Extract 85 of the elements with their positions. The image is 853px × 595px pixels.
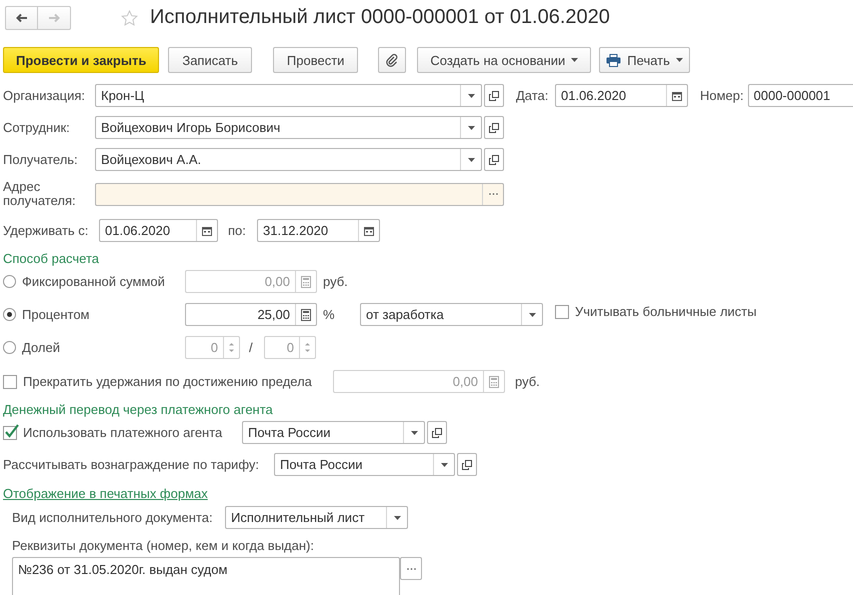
- calculator-icon: [489, 376, 499, 388]
- caret-icon: [528, 312, 536, 316]
- toolbar-button[interactable]: Записать: [168, 47, 252, 73]
- radio-button[interactable]: [3, 341, 16, 354]
- attach-button[interactable]: [378, 47, 406, 73]
- field-label: Вид исполнительного документа:: [12, 510, 214, 525]
- print-menu[interactable]: Печать: [599, 47, 690, 73]
- open-icon: [489, 122, 499, 132]
- calculator-icon: [301, 308, 311, 320]
- address-field[interactable]: [95, 182, 504, 206]
- open-button[interactable]: [484, 116, 504, 139]
- checkmark-icon: [4, 424, 20, 438]
- checkbox[interactable]: [555, 304, 569, 318]
- end-date-field[interactable]: 31.12.2020: [257, 219, 380, 242]
- details-field[interactable]: №236 от 31.05.2020г. выдан судом: [12, 557, 400, 595]
- radio-label[interactable]: Долей: [22, 340, 60, 355]
- base-field[interactable]: от заработка: [360, 303, 543, 326]
- window-title: Исполнительный лист 0000-000001 от 01.06.2020: [150, 6, 610, 29]
- employee-field[interactable]: Войцехович Игорь Борисович: [95, 116, 482, 139]
- open-icon: [489, 90, 499, 100]
- open-icon: [489, 154, 499, 164]
- paperclip-icon: [386, 53, 398, 67]
- section-title: Способ расчета: [3, 250, 100, 266]
- open-icon: [462, 460, 472, 470]
- payment-agent-field[interactable]: Почта России: [242, 421, 425, 444]
- calendar-icon: [672, 90, 682, 100]
- field-label: Дата:: [516, 88, 550, 103]
- field-label: Номер:: [700, 88, 744, 103]
- calendar-icon: [364, 226, 374, 236]
- caret-icon: [468, 94, 474, 98]
- field-label: Реквизиты документа (номер, кем и когда выдан):: [12, 538, 314, 552]
- tariff-field[interactable]: Почта России: [274, 453, 455, 476]
- create-based-on-menu[interactable]: Создать на основании: [417, 47, 592, 73]
- open-icon: [432, 428, 442, 438]
- separator-label: /: [249, 340, 254, 355]
- percent-field[interactable]: 25,00: [185, 303, 317, 326]
- star-icon[interactable]: [121, 10, 138, 26]
- calculator-icon: [301, 276, 311, 288]
- caret-icon: [394, 516, 400, 520]
- open-button[interactable]: [427, 421, 447, 444]
- checkbox-label[interactable]: Использовать платежного агента: [23, 425, 222, 440]
- document-type-field[interactable]: Исполнительный лист: [225, 506, 408, 529]
- checkbox[interactable]: [3, 426, 17, 440]
- unit-label: руб.: [323, 274, 348, 289]
- back-button[interactable]: [5, 6, 38, 30]
- back-arrow-icon: [15, 12, 28, 22]
- radio-label[interactable]: Фиксированной суммой: [22, 274, 165, 289]
- date-field[interactable]: 01.06.2020: [555, 84, 688, 107]
- recipient-field[interactable]: Войцехович А.А.: [95, 148, 482, 171]
- printer-icon: [606, 54, 622, 66]
- field-label: Сотрудник:: [3, 120, 71, 135]
- print-forms-link[interactable]: Отображение в печатных формах: [3, 486, 208, 500]
- field-label: Удерживать с:: [3, 223, 90, 238]
- radio-button[interactable]: [3, 275, 16, 288]
- radio-button[interactable]: [3, 308, 16, 321]
- caret-icon: [410, 430, 418, 434]
- organization-field[interactable]: Крон-Ц: [95, 84, 482, 107]
- checkbox-label[interactable]: Прекратить удержания по достижению предела: [23, 374, 312, 389]
- post-and-close-button[interactable]: Провести и закрыть: [3, 47, 160, 73]
- unit-label: руб.: [515, 374, 540, 389]
- forward-arrow-icon: [48, 12, 60, 22]
- caret-icon: [468, 126, 474, 130]
- caret-icon: [571, 58, 578, 62]
- checkbox-label[interactable]: Учитывать больничные листы: [575, 304, 757, 319]
- field-label: Адрес получателя:: [3, 180, 77, 208]
- toolbar-button[interactable]: Провести: [272, 47, 358, 73]
- spinner-icon: [305, 342, 310, 353]
- field-label: Рассчитывать вознаграждение по тарифу:: [3, 457, 260, 472]
- open-button[interactable]: [457, 453, 477, 476]
- radio-label[interactable]: Процентом: [22, 307, 90, 322]
- field-label: по:: [228, 223, 247, 238]
- open-button[interactable]: [484, 84, 504, 107]
- checkbox[interactable]: [3, 374, 17, 388]
- unit-label: %: [323, 307, 336, 322]
- field-label: Организация:: [3, 88, 86, 103]
- number-field[interactable]: 0000-000001: [748, 84, 853, 107]
- start-date-field[interactable]: 01.06.2020: [99, 219, 218, 242]
- section-title: Денежный перевод через платежного агента: [3, 402, 273, 416]
- open-button[interactable]: [484, 148, 504, 171]
- caret-icon: [468, 158, 474, 162]
- calendar-icon: [202, 226, 212, 236]
- spinner-icon: [229, 342, 234, 353]
- caret-icon: [676, 58, 683, 62]
- caret-icon: [440, 462, 448, 466]
- field-label: Получатель:: [3, 152, 79, 167]
